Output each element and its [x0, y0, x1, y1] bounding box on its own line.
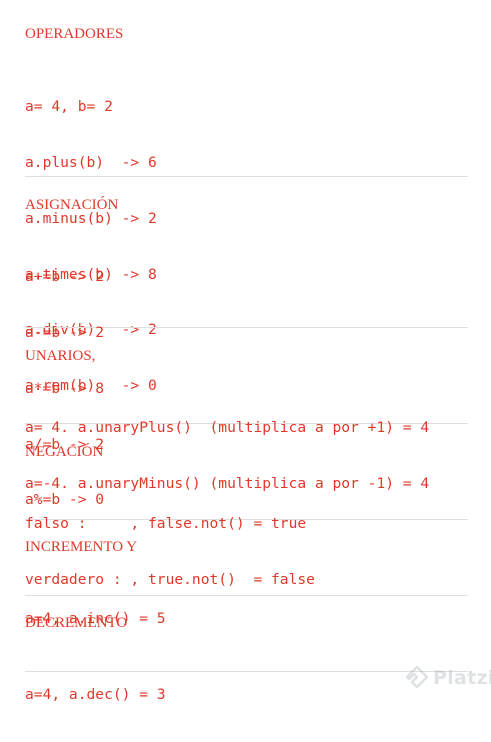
code-line: a= 4, b= 2	[25, 98, 113, 116]
section-heading: DECREMENTO	[25, 615, 128, 631]
code-line: a=4, a.dec() = 3	[25, 686, 166, 704]
section-heading: NEGACIÓN	[25, 444, 104, 460]
section-incremento: INCREMENTO Y a=4, a.inc() = 5	[25, 538, 468, 627]
platzi-watermark: Platzi	[406, 664, 491, 692]
section-operadores: OPERADORES a= 4, b= 2 a.plus(b) -> 6 a.m…	[25, 25, 468, 394]
code-line: falso : , false.not() = true	[25, 515, 307, 533]
watermark-text: Platzi	[433, 667, 491, 689]
code-line: a-=b -> 2	[25, 323, 105, 341]
platzi-logo-icon	[406, 666, 428, 690]
code-line: a+=b -> 2	[25, 268, 105, 286]
section-heading: UNARIOS,	[25, 348, 96, 364]
section-decremento: DECREMENTO a=4, a.dec() = 3	[25, 614, 468, 703]
section-heading: OPERADORES	[25, 26, 124, 42]
section-heading: ASIGNACIÓN	[25, 197, 119, 213]
code-line: a= 4. a.unaryPlus() (multiplica a por +1…	[25, 419, 430, 437]
section-unarios: UNARIOS, a= 4. a.unaryPlus() (multiplica…	[25, 347, 468, 492]
document-page: OPERADORES a= 4, b= 2 a.plus(b) -> 6 a.m…	[0, 0, 491, 703]
section-asignacion: ASIGNACIÓN a+=b -> 2 a-=b -> 2 a*=b -> 8…	[25, 196, 468, 508]
code-block: a=4, a.dec() = 3	[25, 649, 166, 742]
code-line: a.plus(b) -> 6	[25, 153, 157, 171]
section-negacion: NEGACIÓN falso : , false.not() = true ve…	[25, 443, 468, 588]
section-heading: INCREMENTO Y	[25, 539, 138, 555]
